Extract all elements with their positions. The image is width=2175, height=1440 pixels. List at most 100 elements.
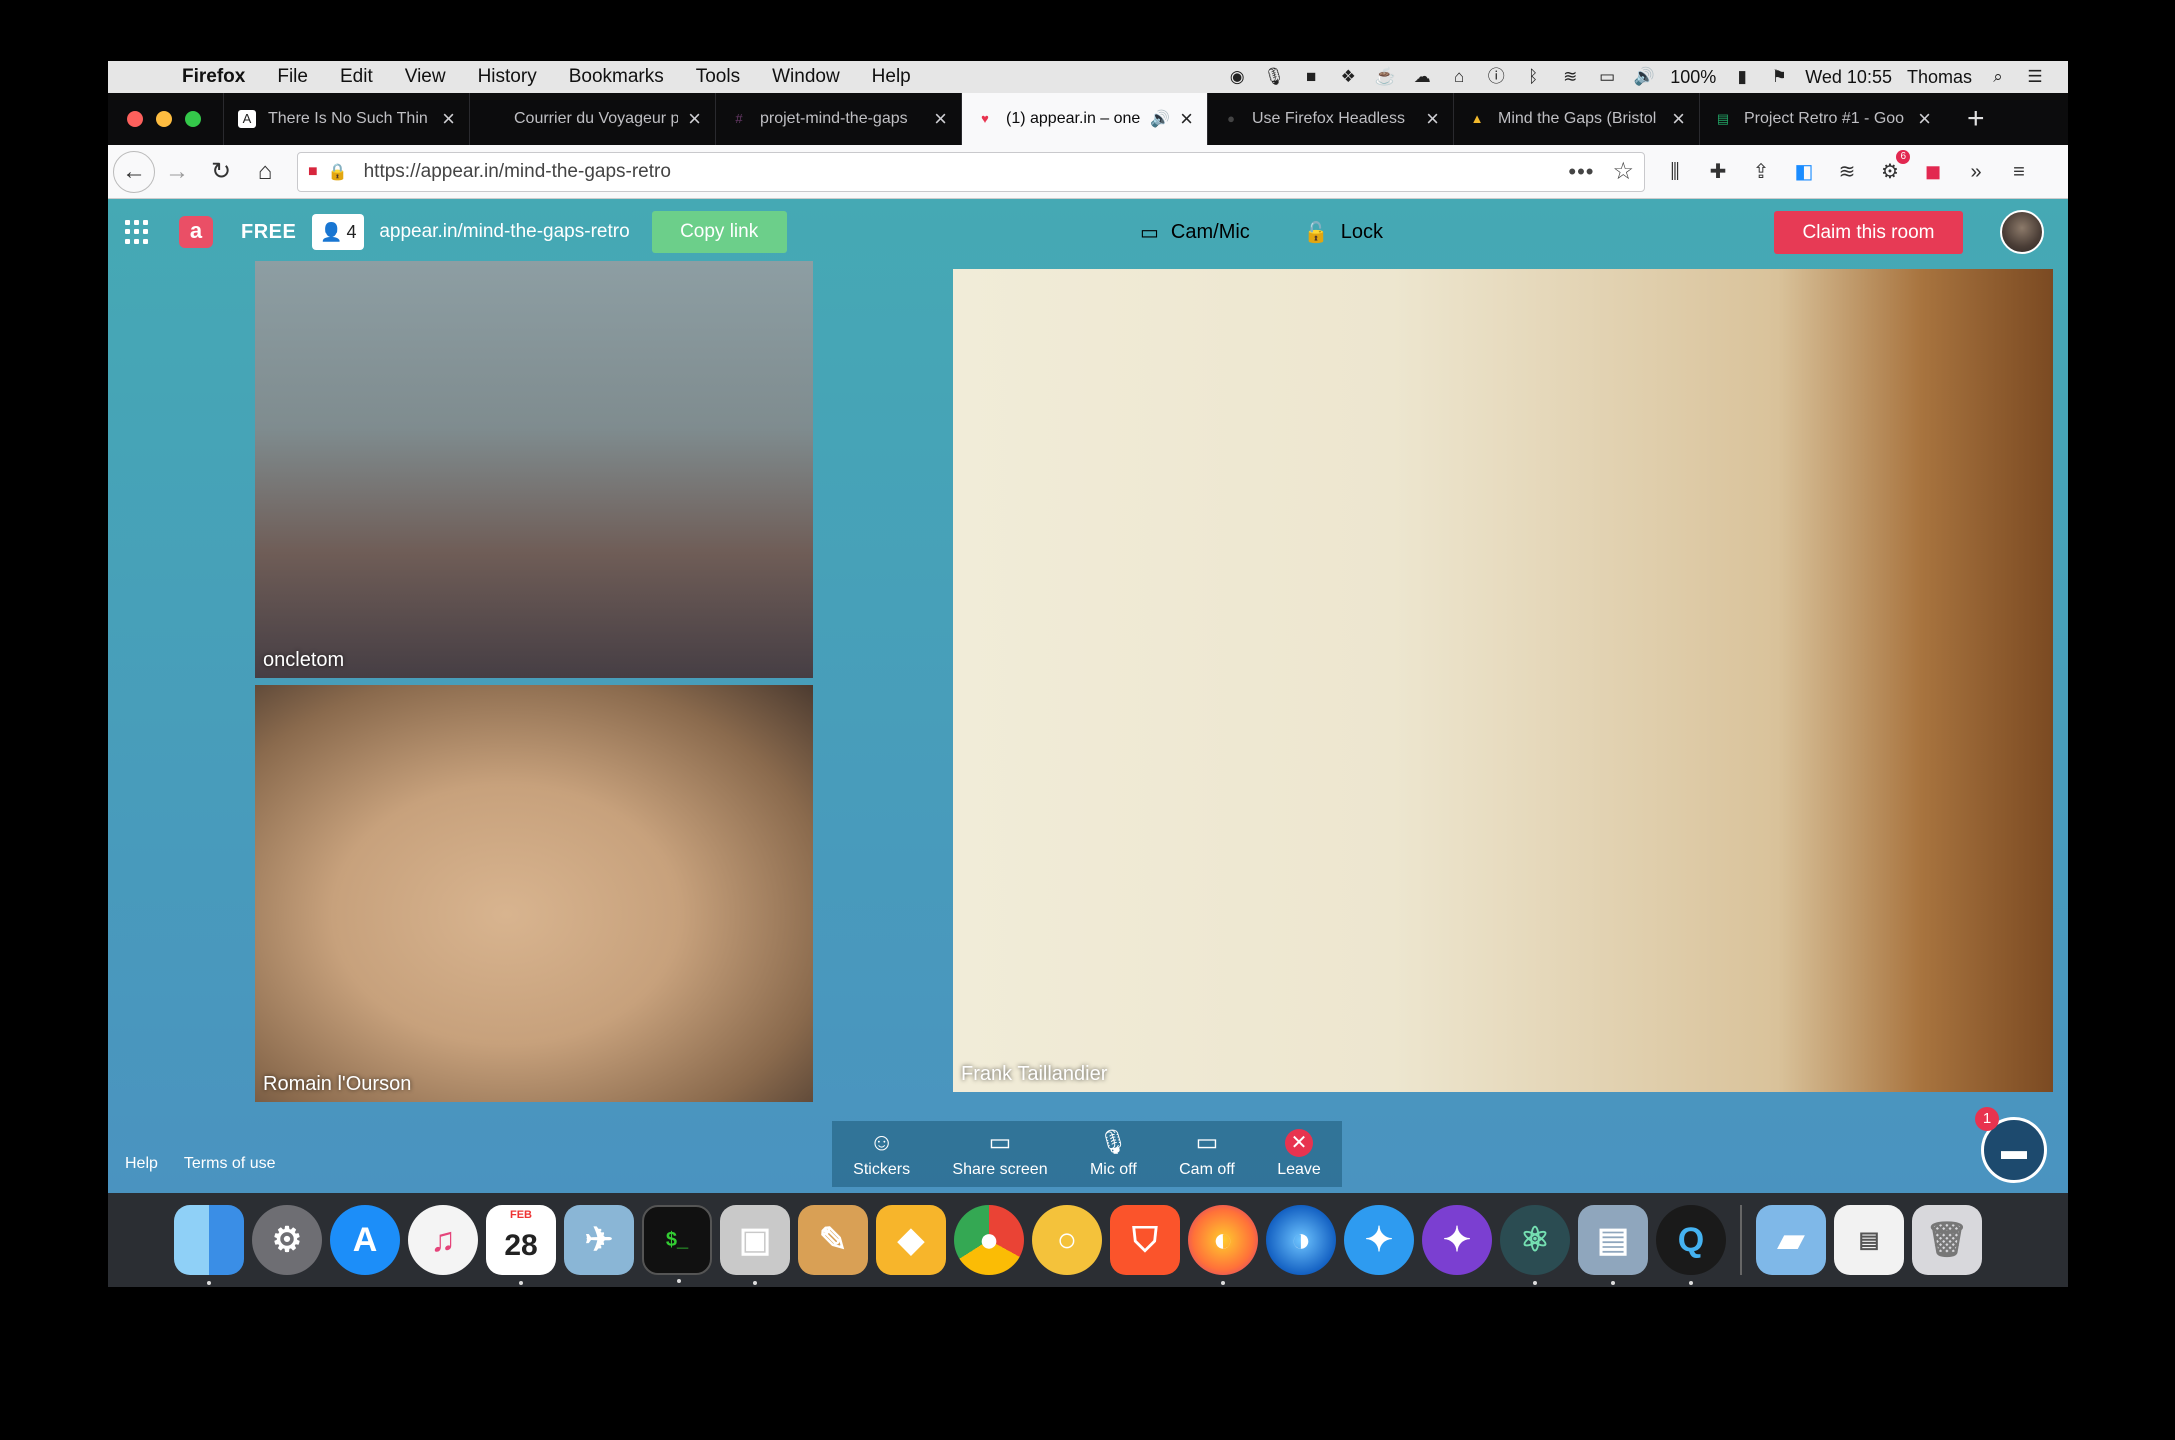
- menu-help[interactable]: Help: [856, 66, 927, 88]
- chrome-canary-icon[interactable]: ○: [1032, 1205, 1102, 1275]
- bookmark-star-icon[interactable]: ☆: [1612, 157, 1634, 186]
- info-icon[interactable]: ⓘ: [1485, 67, 1507, 87]
- menu-view[interactable]: View: [389, 66, 462, 88]
- lock-room-button[interactable]: 🔓 Lock: [1304, 220, 1383, 245]
- close-tab-icon[interactable]: ×: [688, 106, 701, 132]
- volume-icon[interactable]: 🔊: [1633, 67, 1655, 87]
- menu-tools[interactable]: Tools: [680, 66, 756, 88]
- cam-mic-button[interactable]: ▭ Cam/Mic: [1140, 220, 1250, 245]
- menu-edit[interactable]: Edit: [324, 66, 389, 88]
- terminal-icon[interactable]: $_: [642, 1205, 712, 1283]
- spotlight-search-icon[interactable]: ⌕: [1987, 67, 2009, 87]
- image-capture-icon[interactable]: ▤: [1578, 1205, 1648, 1285]
- new-tab-button[interactable]: +: [1945, 102, 2007, 136]
- camera-icon[interactable]: ■: [1300, 67, 1322, 87]
- menu-history[interactable]: History: [462, 66, 553, 88]
- airplay-icon[interactable]: ▭: [1596, 67, 1618, 87]
- page-actions-icon[interactable]: •••: [1568, 159, 1594, 185]
- hamburger-menu-icon[interactable]: ≡: [2007, 160, 2031, 184]
- dropbox-icon[interactable]: ❖: [1337, 67, 1359, 87]
- help-link[interactable]: Help: [125, 1155, 158, 1173]
- safari-technology-preview-icon[interactable]: ✦: [1422, 1205, 1492, 1275]
- preview-icon[interactable]: ✈: [564, 1205, 634, 1275]
- safari-icon[interactable]: ✦: [1344, 1205, 1414, 1275]
- firefox-icon[interactable]: ◐: [1188, 1205, 1258, 1285]
- cup-icon[interactable]: ☕: [1374, 67, 1396, 87]
- app-store-icon[interactable]: A: [330, 1205, 400, 1275]
- mic-off-button[interactable]: 🎙 Mic off: [1090, 1129, 1137, 1179]
- browser-tab[interactable]: ▲ Mind the Gaps (Bristol ×: [1453, 93, 1699, 145]
- camera-permission-icon[interactable]: ■: [308, 163, 318, 181]
- quicktime-icon[interactable]: Q: [1656, 1205, 1726, 1285]
- browser-tab[interactable]: ♥ (1) appear.in – one 🔊 ×: [961, 93, 1207, 145]
- clock[interactable]: Wed 10:55: [1805, 67, 1892, 88]
- extensions-icon[interactable]: ✚: [1706, 160, 1730, 184]
- close-tab-icon[interactable]: ×: [1672, 106, 1685, 132]
- wifi-icon[interactable]: ≋: [1559, 67, 1581, 87]
- stickers-button[interactable]: ☺ Stickers: [853, 1129, 910, 1179]
- cloud-icon[interactable]: ☁: [1411, 67, 1433, 87]
- leave-button[interactable]: ✕ Leave: [1277, 1129, 1321, 1179]
- close-tab-icon[interactable]: ×: [1180, 106, 1193, 132]
- extension-badge-icon[interactable]: ⚙ 6: [1878, 149, 1910, 184]
- home-button[interactable]: ⌂: [243, 150, 287, 194]
- copy-link-button[interactable]: Copy link: [651, 211, 787, 253]
- apps-grid-icon[interactable]: [125, 220, 149, 244]
- video-tile-romain[interactable]: Romain l'Ourson: [255, 685, 813, 1102]
- minimize-window-icon[interactable]: [156, 111, 172, 127]
- lock-icon[interactable]: 🔒: [328, 162, 348, 182]
- url-bar[interactable]: ■ 🔒 https://appear.in/mind-the-gaps-retr…: [297, 151, 1645, 192]
- menu-app-firefox[interactable]: Firefox: [166, 66, 261, 88]
- trash-icon[interactable]: 🗑: [1912, 1205, 1982, 1275]
- layers-icon[interactable]: ≋: [1835, 160, 1859, 184]
- firefox-nightly-icon[interactable]: ◑: [1266, 1205, 1336, 1275]
- sketch-icon[interactable]: ◆: [876, 1205, 946, 1275]
- reload-button[interactable]: ↻: [199, 150, 243, 194]
- atom-icon[interactable]: ⚛: [1500, 1205, 1570, 1285]
- user-avatar[interactable]: [2000, 210, 2044, 254]
- video-tile-oncletom[interactable]: oncletom: [255, 261, 813, 678]
- forward-button[interactable]: →: [155, 150, 199, 194]
- close-tab-icon[interactable]: ×: [442, 106, 455, 132]
- close-tab-icon[interactable]: ×: [934, 106, 947, 132]
- claim-room-button[interactable]: Claim this room: [1774, 211, 1963, 254]
- share-screen-button[interactable]: ▭ Share screen: [952, 1129, 1047, 1179]
- extension-blue-icon[interactable]: ◧: [1792, 160, 1816, 184]
- participant-count[interactable]: 👤 4: [312, 214, 365, 250]
- home-status-icon[interactable]: ⌂: [1448, 67, 1470, 87]
- close-window-icon[interactable]: [127, 111, 143, 127]
- appear-logo-icon[interactable]: a: [179, 216, 213, 248]
- pocket-icon[interactable]: ⇪: [1749, 160, 1773, 184]
- close-tab-icon[interactable]: ×: [1918, 106, 1931, 132]
- battery-icon[interactable]: ▮: [1731, 67, 1753, 87]
- overflow-icon[interactable]: »: [1964, 160, 1988, 184]
- chrome-icon[interactable]: ●: [954, 1205, 1024, 1275]
- flag-icon[interactable]: ⚑: [1768, 67, 1790, 87]
- tab-audio-icon[interactable]: 🔊: [1150, 109, 1170, 129]
- microphone-icon[interactable]: 🎙: [1263, 67, 1285, 87]
- system-preferences-icon[interactable]: ⚙: [252, 1205, 322, 1275]
- record-icon[interactable]: ◉: [1226, 67, 1248, 87]
- extension-pink-icon[interactable]: ◼: [1921, 160, 1945, 184]
- url-text[interactable]: https://appear.in/mind-the-gaps-retro: [364, 161, 1569, 183]
- browser-tab[interactable]: # projet-mind-the-gaps ×: [715, 93, 961, 145]
- browser-tab[interactable]: ● Use Firefox Headless ×: [1207, 93, 1453, 145]
- menu-window[interactable]: Window: [756, 66, 856, 88]
- terms-link[interactable]: Terms of use: [184, 1155, 276, 1173]
- browser-tab[interactable]: ▤ Project Retro #1 - Goo ×: [1699, 93, 1945, 145]
- library-icon[interactable]: ⫼: [1663, 160, 1687, 184]
- bluetooth-icon[interactable]: ᛒ: [1522, 67, 1544, 87]
- close-tab-icon[interactable]: ×: [1426, 106, 1439, 132]
- browser-tab[interactable]: Courrier du Voyageur peut ×: [469, 93, 715, 145]
- downloads-folder-icon[interactable]: ▰: [1756, 1205, 1826, 1275]
- photos-app-icon[interactable]: ✎: [798, 1205, 868, 1275]
- cam-off-button[interactable]: ▭ Cam off: [1179, 1129, 1235, 1179]
- brave-icon[interactable]: ⛉: [1110, 1205, 1180, 1275]
- notification-center-icon[interactable]: ☰: [2024, 67, 2046, 87]
- finder-icon[interactable]: [174, 1205, 244, 1285]
- back-button[interactable]: ←: [113, 150, 155, 193]
- browser-tab[interactable]: A There Is No Such Thin ×: [223, 93, 469, 145]
- calendar-icon[interactable]: FEB 28: [486, 1205, 556, 1285]
- menu-bookmarks[interactable]: Bookmarks: [553, 66, 680, 88]
- zoom-window-icon[interactable]: [185, 111, 201, 127]
